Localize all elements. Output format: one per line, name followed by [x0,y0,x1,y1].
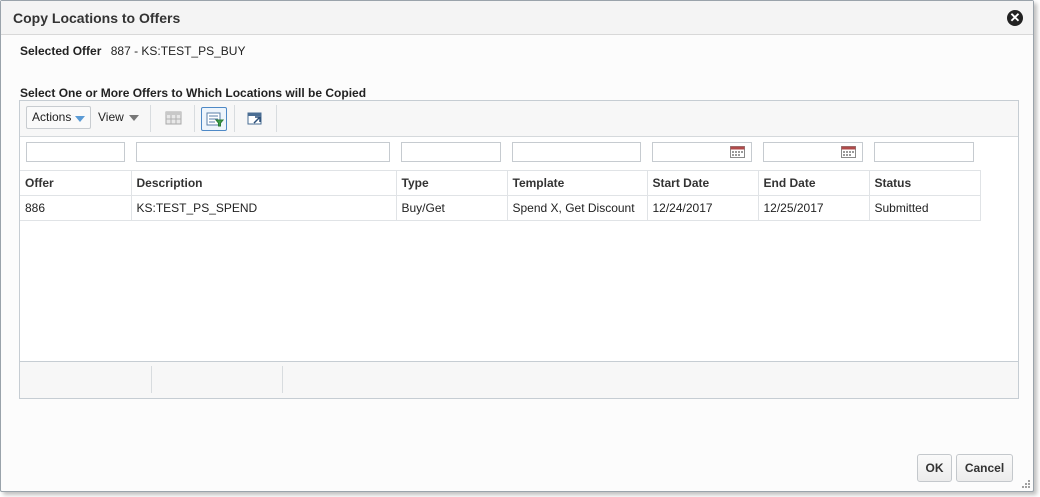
toolbar-separator [276,105,277,132]
cell-status: Submitted [869,195,981,221]
toolbar-separator [194,105,195,132]
status-bar-divider [151,366,152,393]
actions-label: Actions [32,110,72,124]
filter-row [20,137,1018,169]
table-status-bar [20,361,1018,398]
end-date-filter-input[interactable] [763,142,863,162]
column-header-offer[interactable]: Offer [20,170,132,196]
start-date-filter-input[interactable] [652,142,752,162]
selected-offer-value: 887 - KS:TEST_PS_BUY [110,44,246,58]
selected-offer-label: Selected Offer [20,44,102,58]
column-header-status[interactable]: Status [869,170,981,196]
cell-type: Buy/Get [396,195,508,221]
column-header-type[interactable]: Type [396,170,508,196]
calendar-icon[interactable] [841,146,856,158]
template-filter-input[interactable] [512,142,641,162]
column-header-end-date[interactable]: End Date [758,170,870,196]
dialog-title: Copy Locations to Offers [13,10,181,26]
section-title: Select One or More Offers to Which Locat… [20,86,367,100]
copy-locations-dialog: Copy Locations to Offers ✕ Selected Offe… [0,0,1034,492]
toolbar-separator [150,105,151,132]
toolbar-separator [234,105,235,132]
status-bar-divider [282,366,283,393]
table-header-row: Offer Description Type Template Start Da… [20,170,981,196]
column-header-template[interactable]: Template [507,170,648,196]
calendar-icon[interactable] [730,146,745,158]
offers-table-panel: Actions View Offer Description Type Temp… [19,100,1019,399]
offers-table: Offer Description Type Template Start Da… [20,170,981,221]
close-icon[interactable]: ✕ [1007,10,1023,26]
view-label: View [98,110,124,124]
cancel-button[interactable]: Cancel [956,454,1013,482]
query-by-example-icon[interactable] [201,107,227,131]
cell-description: KS:TEST_PS_SPEND [131,195,397,221]
description-filter-input[interactable] [136,142,390,162]
cell-offer: 886 [20,195,132,221]
dialog-titlebar: Copy Locations to Offers ✕ [1,1,1033,35]
cell-start-date: 12/24/2017 [647,195,759,221]
offer-filter-input[interactable] [26,142,125,162]
type-filter-input[interactable] [401,142,501,162]
column-header-description[interactable]: Description [131,170,397,196]
table-row[interactable]: 886 KS:TEST_PS_SPEND Buy/Get Spend X, Ge… [20,195,981,221]
selected-offer-row: Selected Offer 887 - KS:TEST_PS_BUY [20,44,245,58]
actions-menu-button[interactable]: Actions [26,106,91,129]
cell-end-date: 12/25/2017 [758,195,870,221]
resize-grip-icon[interactable] [1021,479,1031,489]
view-menu-button[interactable]: View [98,106,139,129]
view-dropdown-icon [128,114,139,121]
cell-template: Spend X, Get Discount [507,195,648,221]
ok-button[interactable]: OK [917,454,952,482]
freeze-icon[interactable] [161,107,187,131]
column-header-start-date[interactable]: Start Date [647,170,759,196]
status-filter-input[interactable] [874,142,974,162]
actions-dropdown-icon [75,116,85,122]
table-toolbar: Actions View [20,101,1018,137]
detach-icon[interactable] [242,107,268,131]
